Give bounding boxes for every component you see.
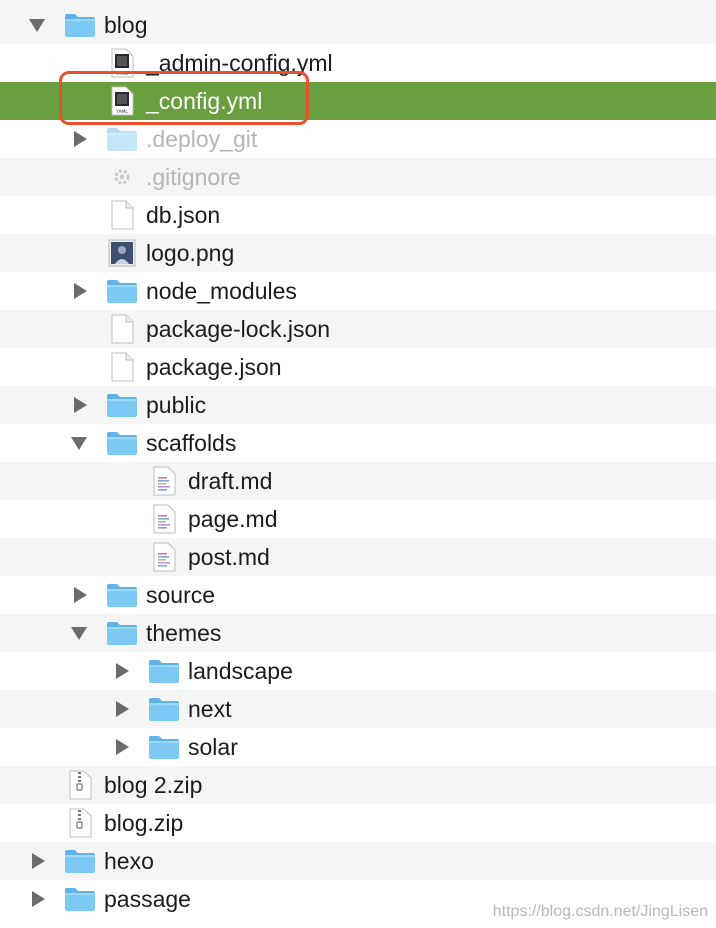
tree-item-label: post.md xyxy=(188,544,270,570)
folder-icon xyxy=(148,734,180,760)
tree-item-label: blog xyxy=(104,12,148,38)
disclosure-triangle-collapsed-icon[interactable] xyxy=(112,738,130,756)
yaml-file-icon: YAML xyxy=(106,86,138,116)
tree-row-blog-zip[interactable]: blog.zip xyxy=(0,804,716,842)
tree-item-label: solar xyxy=(188,734,238,760)
disclosure-triangle-collapsed-icon[interactable] xyxy=(112,662,130,680)
disclosure-triangle-collapsed-icon[interactable] xyxy=(28,890,46,908)
tree-row-blog[interactable]: blog xyxy=(0,6,716,44)
markdown-file-icon xyxy=(148,466,180,496)
tree-item-label: scaffolds xyxy=(146,430,237,456)
folder-icon xyxy=(148,658,180,684)
tree-row-deploy-git[interactable]: .deploy_git xyxy=(0,120,716,158)
tree-item-label: public xyxy=(146,392,207,418)
document-icon xyxy=(106,352,138,382)
tree-row-draft-md[interactable]: draft.md xyxy=(0,462,716,500)
markdown-file-icon xyxy=(148,504,180,534)
tree-item-label: logo.png xyxy=(146,240,235,266)
disclosure-triangle-expanded-icon[interactable] xyxy=(70,434,88,452)
tree-row-landscape[interactable]: landscape xyxy=(0,652,716,690)
tree-row-next[interactable]: next xyxy=(0,690,716,728)
tree-item-label: package.json xyxy=(146,354,282,380)
zip-archive-icon xyxy=(64,808,96,838)
tree-item-label: node_modules xyxy=(146,278,297,304)
tree-row-themes[interactable]: themes xyxy=(0,614,716,652)
tree-row-logo-png[interactable]: logo.png xyxy=(0,234,716,272)
disclosure-triangle-collapsed-icon[interactable] xyxy=(70,282,88,300)
tree-item-label: landscape xyxy=(188,658,293,684)
tree-item-label: .deploy_git xyxy=(146,126,258,152)
tree-item-label: draft.md xyxy=(188,468,273,494)
folder-icon xyxy=(64,848,96,874)
folder-icon xyxy=(106,126,138,152)
tree-row-admin-config-yml[interactable]: YAML _admin-config.yml xyxy=(0,44,716,82)
markdown-file-icon xyxy=(148,542,180,572)
tree-item-label: _admin-config.yml xyxy=(146,50,333,76)
svg-text:YAML: YAML xyxy=(115,109,128,115)
tree-item-label: db.json xyxy=(146,202,221,228)
disclosure-triangle-expanded-icon[interactable] xyxy=(70,624,88,642)
tree-row-config-yml[interactable]: YAML _config.yml xyxy=(0,82,716,120)
yaml-file-icon: YAML xyxy=(106,48,138,78)
tree-item-label: source xyxy=(146,582,216,608)
tree-item-label: .gitignore xyxy=(146,164,241,190)
folder-icon xyxy=(148,696,180,722)
svg-text:YAML: YAML xyxy=(115,71,128,77)
tree-item-label: page.md xyxy=(188,506,278,532)
disclosure-triangle-collapsed-icon[interactable] xyxy=(70,586,88,604)
tree-row-post-md[interactable]: post.md xyxy=(0,538,716,576)
tree-row-solar[interactable]: solar xyxy=(0,728,716,766)
tree-item-label: blog 2.zip xyxy=(104,772,203,798)
disclosure-triangle-collapsed-icon[interactable] xyxy=(28,852,46,870)
tree-row-node-modules[interactable]: node_modules xyxy=(0,272,716,310)
folder-icon xyxy=(106,392,138,418)
disclosure-triangle-collapsed-icon[interactable] xyxy=(70,130,88,148)
image-thumbnail-icon xyxy=(106,239,138,267)
tree-item-label: blog.zip xyxy=(104,810,184,836)
tree-row-package-json[interactable]: package.json xyxy=(0,348,716,386)
folder-icon xyxy=(106,620,138,646)
tree-row-blog-2-zip[interactable]: blog 2.zip xyxy=(0,766,716,804)
tree-row-page-md[interactable]: page.md xyxy=(0,500,716,538)
tree-item-label: next xyxy=(188,696,232,722)
tree-item-label: package-lock.json xyxy=(146,316,331,342)
tree-row-package-lock-json[interactable]: package-lock.json xyxy=(0,310,716,348)
zip-archive-icon xyxy=(64,770,96,800)
folder-icon xyxy=(106,430,138,456)
folder-icon xyxy=(106,278,138,304)
tree-row-scaffolds[interactable]: scaffolds xyxy=(0,424,716,462)
folder-icon xyxy=(64,886,96,912)
tree-row-public[interactable]: public xyxy=(0,386,716,424)
document-icon xyxy=(106,200,138,230)
gear-icon xyxy=(106,164,138,190)
document-icon xyxy=(106,314,138,344)
tree-row-db-json[interactable]: db.json xyxy=(0,196,716,234)
tree-item-label: passage xyxy=(104,886,191,912)
watermark: https://blog.csdn.net/JingLisen xyxy=(492,903,708,920)
tree-row-source[interactable]: source xyxy=(0,576,716,614)
disclosure-triangle-expanded-icon[interactable] xyxy=(28,16,46,34)
folder-icon xyxy=(64,12,96,38)
tree-row-gitignore[interactable]: .gitignore xyxy=(0,158,716,196)
folder-icon xyxy=(106,582,138,608)
tree-row-hexo[interactable]: hexo xyxy=(0,842,716,880)
tree-item-label: hexo xyxy=(104,848,154,874)
disclosure-triangle-collapsed-icon[interactable] xyxy=(112,700,130,718)
file-tree: blog YAML _admin-config.yml YAML _config.yml… xyxy=(0,6,716,918)
tree-item-label: _config.yml xyxy=(146,88,263,114)
disclosure-triangle-collapsed-icon[interactable] xyxy=(70,396,88,414)
tree-item-label: themes xyxy=(146,620,222,646)
